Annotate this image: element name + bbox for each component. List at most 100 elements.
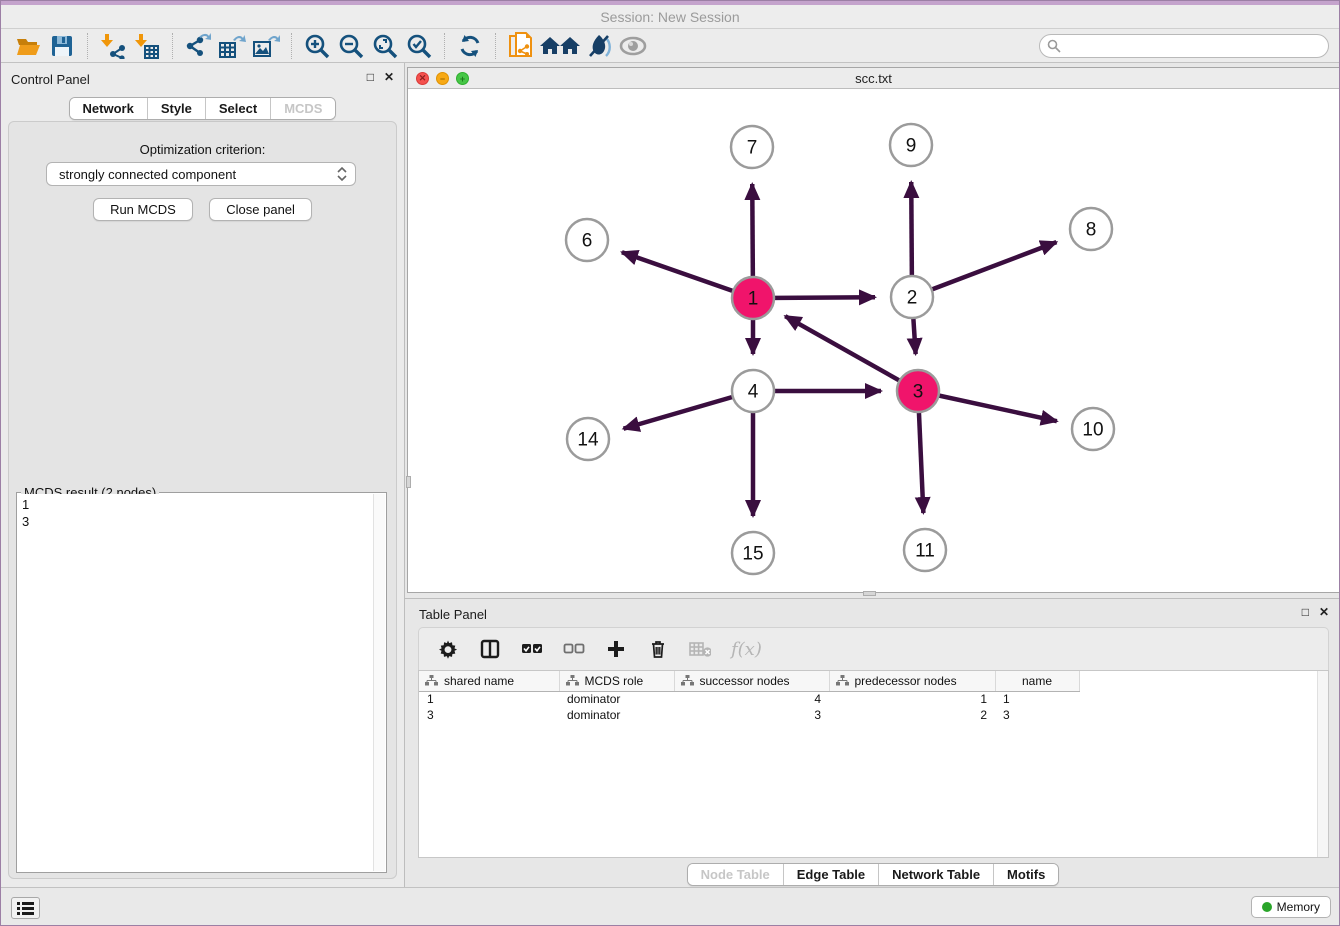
function-icon[interactable]: f(x): [731, 639, 762, 660]
tab-node-table[interactable]: Node Table: [688, 864, 784, 885]
table-panel-title: Table Panel: [419, 607, 487, 622]
toolbar-separator: [291, 33, 292, 59]
graph-edge-2-8[interactable]: [912, 242, 1056, 297]
graph-edge-3-1[interactable]: [785, 316, 918, 391]
control-panel: Control Panel □ ✕ Network Style Select M…: [1, 63, 404, 889]
task-history-button[interactable]: [11, 897, 40, 919]
column-header-successor-nodes[interactable]: successor nodes: [674, 671, 829, 691]
import-network-icon[interactable]: [96, 31, 130, 61]
window-top-strip: [1, 1, 1339, 5]
control-panel-title: Control Panel: [11, 72, 90, 87]
window-title: Session: New Session: [1, 9, 1339, 25]
delete-icon[interactable]: [647, 638, 669, 660]
select-all-icon[interactable]: [521, 638, 543, 660]
search-input[interactable]: [1039, 34, 1329, 58]
optimization-criterion-value: strongly connected component: [59, 167, 236, 182]
refresh-icon[interactable]: [453, 31, 487, 61]
column-header-name[interactable]: name: [995, 671, 1079, 691]
graph-node-label-14: 14: [577, 430, 599, 451]
delete-table-icon[interactable]: [689, 638, 711, 660]
import-table-icon[interactable]: [130, 31, 164, 61]
main-toolbar: [1, 29, 1339, 63]
table-cell[interactable]: 3: [419, 707, 559, 723]
tab-mcds[interactable]: MCDS: [271, 98, 335, 119]
table-cell[interactable]: dominator: [559, 691, 674, 707]
mcds-result-box: MCDS result (2 nodes) 1 3: [16, 492, 387, 873]
graph-node-label-3: 3: [913, 382, 924, 403]
list-icon: [17, 901, 34, 915]
toolbar-separator: [495, 33, 496, 59]
memory-button[interactable]: Memory: [1251, 896, 1331, 918]
table-row[interactable]: 3dominator323: [419, 707, 1079, 723]
column-label: successor nodes: [700, 674, 790, 688]
zoom-fit-icon[interactable]: [368, 31, 402, 61]
close-panel-button[interactable]: Close panel: [209, 198, 312, 221]
tab-edge-table[interactable]: Edge Table: [784, 864, 879, 885]
network-window-titlebar[interactable]: ✕ − + scc.txt: [408, 68, 1339, 89]
table-cell[interactable]: 1: [829, 691, 995, 707]
hide-details-icon[interactable]: [582, 31, 616, 61]
table-row[interactable]: 1dominator411: [419, 691, 1079, 707]
optimization-criterion-label: Optimization criterion:: [9, 142, 396, 157]
columns-icon[interactable]: [479, 638, 501, 660]
graph-node-label-9: 9: [906, 136, 917, 157]
graph-node-label-4: 4: [748, 382, 759, 403]
table-cell[interactable]: 3: [674, 707, 829, 723]
gear-icon[interactable]: [437, 638, 459, 660]
duplicate-network-icon[interactable]: [504, 31, 538, 61]
table-cell[interactable]: 1: [419, 691, 559, 707]
column-header-shared-name[interactable]: shared name: [419, 671, 559, 691]
save-session-icon[interactable]: [45, 31, 79, 61]
table-cell[interactable]: 2: [829, 707, 995, 723]
mcds-panel-body: Optimization criterion: strongly connect…: [8, 121, 397, 879]
float-panel-icon[interactable]: □: [367, 71, 374, 83]
column-label: MCDS role: [585, 674, 644, 688]
application-window: Session: New Session: [0, 0, 1340, 926]
column-label: shared name: [444, 674, 514, 688]
float-table-panel-icon[interactable]: □: [1302, 606, 1309, 618]
table-scrollbar[interactable]: [1317, 671, 1328, 857]
zoom-in-icon[interactable]: [300, 31, 334, 61]
table-cell[interactable]: 3: [995, 707, 1079, 723]
open-session-icon[interactable]: [11, 31, 45, 61]
column-label: predecessor nodes: [855, 674, 957, 688]
add-icon[interactable]: [605, 638, 627, 660]
toolbar-separator: [172, 33, 173, 59]
memory-status-icon: [1262, 902, 1272, 912]
deselect-all-icon[interactable]: [563, 638, 585, 660]
splitter-handle-left[interactable]: [406, 476, 411, 488]
tab-select[interactable]: Select: [206, 98, 271, 119]
eye-icon[interactable]: [616, 31, 650, 61]
home-icon[interactable]: [538, 31, 582, 61]
export-image-icon[interactable]: [249, 31, 283, 61]
graph-node-label-2: 2: [907, 288, 918, 309]
toolbar-separator: [87, 33, 88, 59]
close-panel-icon[interactable]: ✕: [384, 71, 394, 83]
tab-style[interactable]: Style: [148, 98, 206, 119]
zoom-selected-icon[interactable]: [402, 31, 436, 61]
tab-motifs[interactable]: Motifs: [994, 864, 1058, 885]
network-canvas[interactable]: 1234678910111415: [408, 89, 1339, 592]
network-window-title: scc.txt: [408, 71, 1339, 86]
network-view-window: ✕ − + scc.txt 1234678910111415: [407, 67, 1340, 593]
mcds-result-text[interactable]: 1 3: [18, 494, 373, 871]
close-table-panel-icon[interactable]: ✕: [1319, 606, 1329, 618]
graph-node-label-8: 8: [1086, 220, 1097, 241]
table-cell[interactable]: 4: [674, 691, 829, 707]
export-table-icon[interactable]: [215, 31, 249, 61]
run-mcds-button[interactable]: Run MCDS: [93, 198, 193, 221]
table-cell[interactable]: dominator: [559, 707, 674, 723]
zoom-out-icon[interactable]: [334, 31, 368, 61]
export-network-icon[interactable]: [181, 31, 215, 61]
column-header-MCDS-role[interactable]: MCDS role: [559, 671, 674, 691]
table-cell[interactable]: 1: [995, 691, 1079, 707]
node-table: shared name MCDS role successor nodes prede…: [418, 670, 1329, 858]
tab-network[interactable]: Network: [70, 98, 148, 119]
column-header-predecessor-nodes[interactable]: predecessor nodes: [829, 671, 995, 691]
tab-network-table[interactable]: Network Table: [879, 864, 994, 885]
splitter-handle-bottom[interactable]: [863, 591, 876, 596]
graph-node-label-15: 15: [742, 544, 763, 565]
optimization-criterion-select[interactable]: strongly connected component: [46, 162, 356, 186]
mcds-result-scrollbar[interactable]: [373, 494, 385, 871]
graph-node-label-6: 6: [582, 231, 593, 252]
